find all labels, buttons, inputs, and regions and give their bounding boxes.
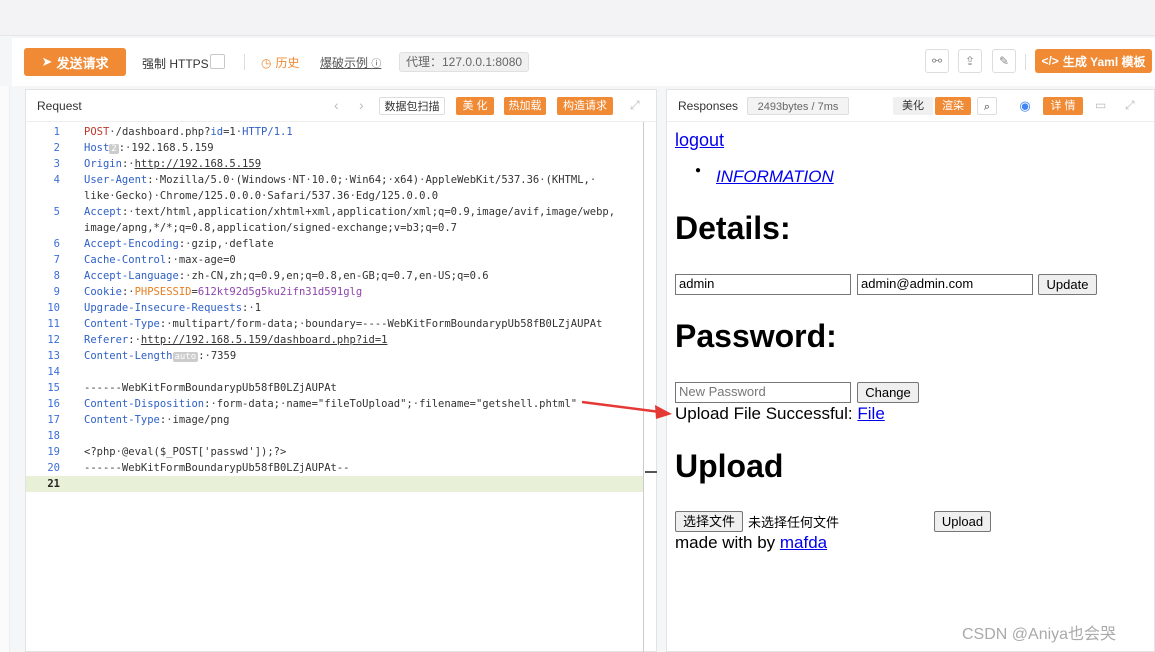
watermark: CSDN @Aniya也会哭 [962, 626, 1117, 643]
annotation-arrow [581, 400, 672, 419]
